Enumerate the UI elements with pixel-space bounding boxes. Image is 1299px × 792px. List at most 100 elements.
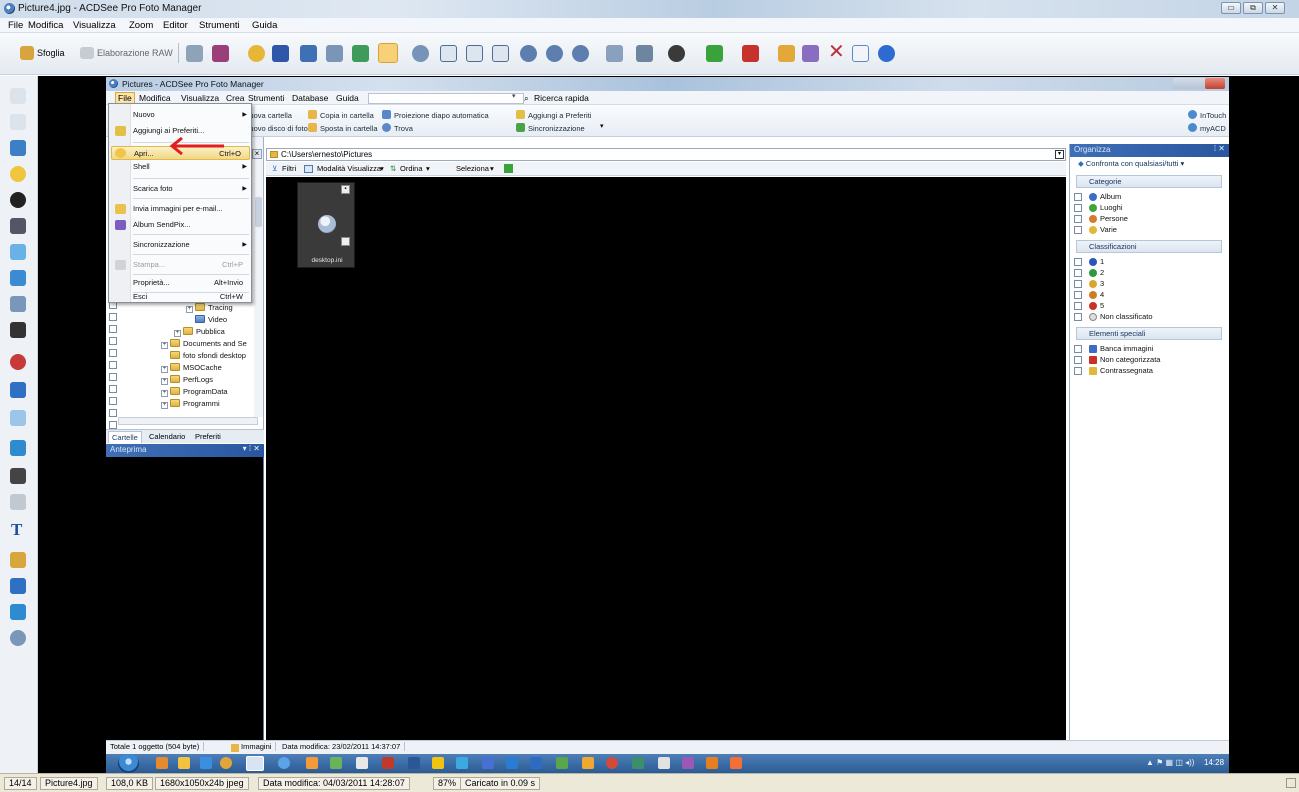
tree-item-foto-sfondi[interactable]: foto sfondi desktop: [170, 351, 246, 360]
folder-checkbox[interactable]: [109, 397, 117, 405]
start-button[interactable]: [118, 754, 139, 773]
menu-item-esci[interactable]: Esci Ctrl+W: [133, 290, 251, 304]
menu-zoom[interactable]: Zoom: [129, 20, 153, 31]
folder-action-icon[interactable]: [778, 45, 795, 62]
rating-checkbox[interactable]: [1074, 280, 1082, 288]
photo-icon[interactable]: [10, 244, 26, 260]
tool-icon-3[interactable]: [10, 140, 26, 156]
rating-checkbox[interactable]: [1074, 269, 1082, 277]
menu-item-aggiungi-preferiti[interactable]: Aggiungi ai Preferiti...: [133, 124, 251, 138]
sync-dropdown-icon[interactable]: ▾: [600, 122, 604, 130]
menu-editor[interactable]: Editor: [163, 20, 188, 31]
tab-cartelle[interactable]: Cartelle: [108, 431, 142, 443]
menu-guida[interactable]: Guida: [252, 20, 277, 31]
taskbar-app-icon[interactable]: [178, 757, 190, 769]
expand-icon[interactable]: +: [161, 342, 168, 349]
slideshow-button[interactable]: Proiezione diapo automatica: [382, 110, 489, 120]
path-dropdown-icon[interactable]: ▾: [1055, 150, 1064, 159]
select-button[interactable]: Seleziona: [456, 164, 489, 173]
taskbar-app-icon[interactable]: [706, 757, 718, 769]
folder-checkbox[interactable]: [109, 373, 117, 381]
folder-scroll-thumb[interactable]: [255, 197, 262, 227]
inner-menu-strumenti[interactable]: Strumenti: [248, 93, 284, 103]
film-icon[interactable]: [10, 322, 26, 338]
category-checkbox[interactable]: [1074, 193, 1082, 201]
special-checkbox[interactable]: [1074, 356, 1082, 364]
hand-tool-icon[interactable]: [378, 43, 398, 63]
inner-menu-visualizza[interactable]: Visualizza: [181, 93, 219, 103]
levels-icon[interactable]: [10, 218, 26, 234]
folder-checkbox[interactable]: [109, 385, 117, 393]
menu-visualizza[interactable]: Visualizza: [73, 20, 116, 31]
special-checkbox[interactable]: [1074, 367, 1082, 375]
zoom-out-icon[interactable]: [546, 45, 563, 62]
filter-icon[interactable]: [668, 45, 685, 62]
frame-icon[interactable]: [440, 45, 457, 62]
expand-icon[interactable]: +: [161, 402, 168, 409]
bw-icon[interactable]: [186, 45, 203, 62]
select-dropdown-icon[interactable]: ▾: [490, 164, 494, 173]
text-tool-icon[interactable]: T: [11, 520, 22, 540]
taskbar-app-icon[interactable]: [682, 757, 694, 769]
tab-calendario[interactable]: Calendario: [146, 431, 188, 442]
folder-checkbox[interactable]: [109, 337, 117, 345]
rotate-tool-icon[interactable]: [10, 440, 26, 456]
taskbar-app-icon[interactable]: [330, 757, 342, 769]
taskbar-app-icon[interactable]: [156, 757, 168, 769]
red-tag-icon[interactable]: [742, 45, 759, 62]
tree-item-msocache[interactable]: + MSOCache: [161, 363, 222, 373]
close-window-button[interactable]: ✕: [1265, 2, 1285, 14]
print-icon[interactable]: [352, 45, 369, 62]
rating-checkbox[interactable]: [1074, 313, 1082, 321]
folder-checkbox[interactable]: [109, 313, 117, 321]
tree-item-perflogs[interactable]: + PerfLogs: [161, 375, 213, 385]
taskbar-app-icon[interactable]: [456, 757, 468, 769]
special-checkbox[interactable]: [1074, 345, 1082, 353]
fit-icon[interactable]: [466, 45, 483, 62]
quick-search-button[interactable]: Ricerca rapida: [534, 93, 589, 103]
view-mode-dropdown-icon[interactable]: ▾: [380, 164, 384, 173]
properties-icon[interactable]: [852, 45, 869, 62]
path-bar[interactable]: C:\Users\ernesto\Pictures ▾: [266, 148, 1066, 161]
taskbar-app-icon[interactable]: [482, 757, 494, 769]
tab-preferiti[interactable]: Preferiti: [192, 431, 224, 442]
section-categorie[interactable]: Categorie: [1076, 175, 1222, 188]
taskbar-app-icon[interactable]: [278, 757, 290, 769]
search-dropdown-icon[interactable]: ▾: [512, 92, 516, 100]
tree-item-programdata[interactable]: + ProgramData: [161, 387, 228, 397]
taskbar-app-icon[interactable]: [200, 757, 212, 769]
minimize-button[interactable]: ▭: [1221, 2, 1241, 14]
sync-button[interactable]: Sincronizzazione: [516, 123, 585, 133]
border-icon[interactable]: [10, 578, 26, 594]
taskbar-app-icon[interactable]: [356, 757, 368, 769]
delete-icon[interactable]: ✕: [828, 42, 845, 62]
sharpen-icon[interactable]: [10, 382, 26, 398]
expand-icon[interactable]: +: [174, 330, 181, 337]
expand-icon[interactable]: +: [161, 390, 168, 397]
rating-checkbox[interactable]: [1074, 291, 1082, 299]
zoom-menu-icon[interactable]: [572, 45, 589, 62]
system-tray-icons[interactable]: ▲ ⚑ ▦ ◫ ◂)): [1146, 758, 1194, 767]
zoom-tool-icon[interactable]: [412, 45, 429, 62]
menu-modifica[interactable]: Modifica: [28, 20, 63, 31]
filmstrip-icon[interactable]: [300, 45, 317, 62]
taskbar-app-icon[interactable]: [556, 757, 568, 769]
taskbar-app-icon[interactable]: [220, 757, 232, 769]
expand-icon[interactable]: +: [161, 366, 168, 373]
histogram-icon[interactable]: [10, 270, 26, 286]
tree-item-documents[interactable]: + Documents and Se: [161, 339, 247, 349]
crop-icon[interactable]: [10, 468, 26, 484]
browse-button[interactable]: Sfoglia: [37, 48, 65, 58]
taskbar-app-icon[interactable]: [506, 757, 518, 769]
refresh-icon[interactable]: [504, 164, 513, 173]
edit-icon[interactable]: [212, 45, 229, 62]
menu-strumenti[interactable]: Strumenti: [199, 20, 240, 31]
tree-item-video[interactable]: Video: [195, 315, 227, 324]
menu-item-invia-email[interactable]: Invia immagini per e-mail...: [133, 202, 251, 216]
save-icon[interactable]: [272, 45, 289, 62]
menu-item-scarica-foto[interactable]: Scarica foto ▶: [133, 182, 251, 196]
menu-item-nuovo[interactable]: Nuovo ▶: [133, 108, 251, 122]
tree-item-tracing[interactable]: + Tracing: [186, 303, 233, 313]
inner-menu-modifica[interactable]: Modifica: [139, 93, 171, 103]
person-icon[interactable]: [636, 45, 653, 62]
